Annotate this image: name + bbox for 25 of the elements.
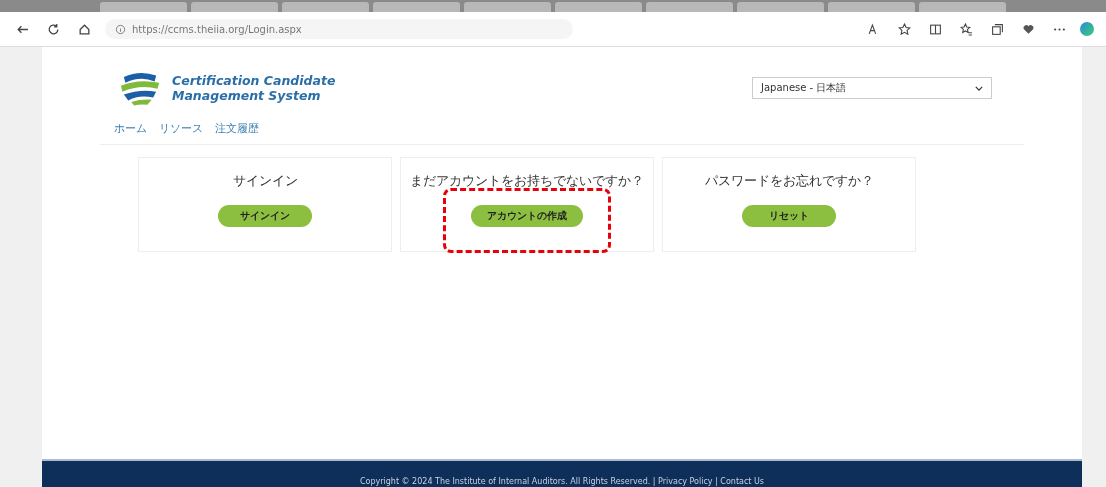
info-icon [115,23,126,35]
refresh-icon[interactable] [47,22,60,36]
copyright-text: Copyright © 2024 The Institute of Internal Auditors. All Rights Reserved. | Privacy Policy | Contact Us [359,477,765,487]
chevron-down-icon [975,85,983,91]
star-icon[interactable] [898,22,911,36]
collections-icon[interactable] [991,22,1004,36]
split-screen-icon[interactable] [929,22,942,36]
nav-link[interactable]: 注文履歴 [215,121,259,136]
logo-title: Management System [172,88,322,103]
card-title: パスワードをお忘れですか？ [704,172,874,190]
heart-icon[interactable] [1022,22,1035,36]
card-title: まだアカウントをお持ちでないですか？ [410,172,644,190]
address-bar[interactable]: https://ccms.theiia.org/Login.aspx [105,19,573,39]
language-dropdown[interactable]: Japanese - 日本語 [752,77,992,99]
action-button[interactable]: アカウントの作成 [471,205,583,227]
favorites-icon[interactable] [960,22,973,36]
card-title: サインイン [232,172,298,190]
nav-link[interactable]: リソース [159,121,203,136]
browser-logo-icon[interactable] [1080,22,1094,36]
dropdown-value: Japanese - 日本語 [761,81,847,95]
logo-title: Certification Candidate [172,73,336,88]
nav-link[interactable]: ホーム [114,121,147,136]
action-button[interactable]: リセット [742,205,836,227]
home-icon[interactable] [78,22,91,36]
action-button[interactable]: サインイン [218,205,312,227]
